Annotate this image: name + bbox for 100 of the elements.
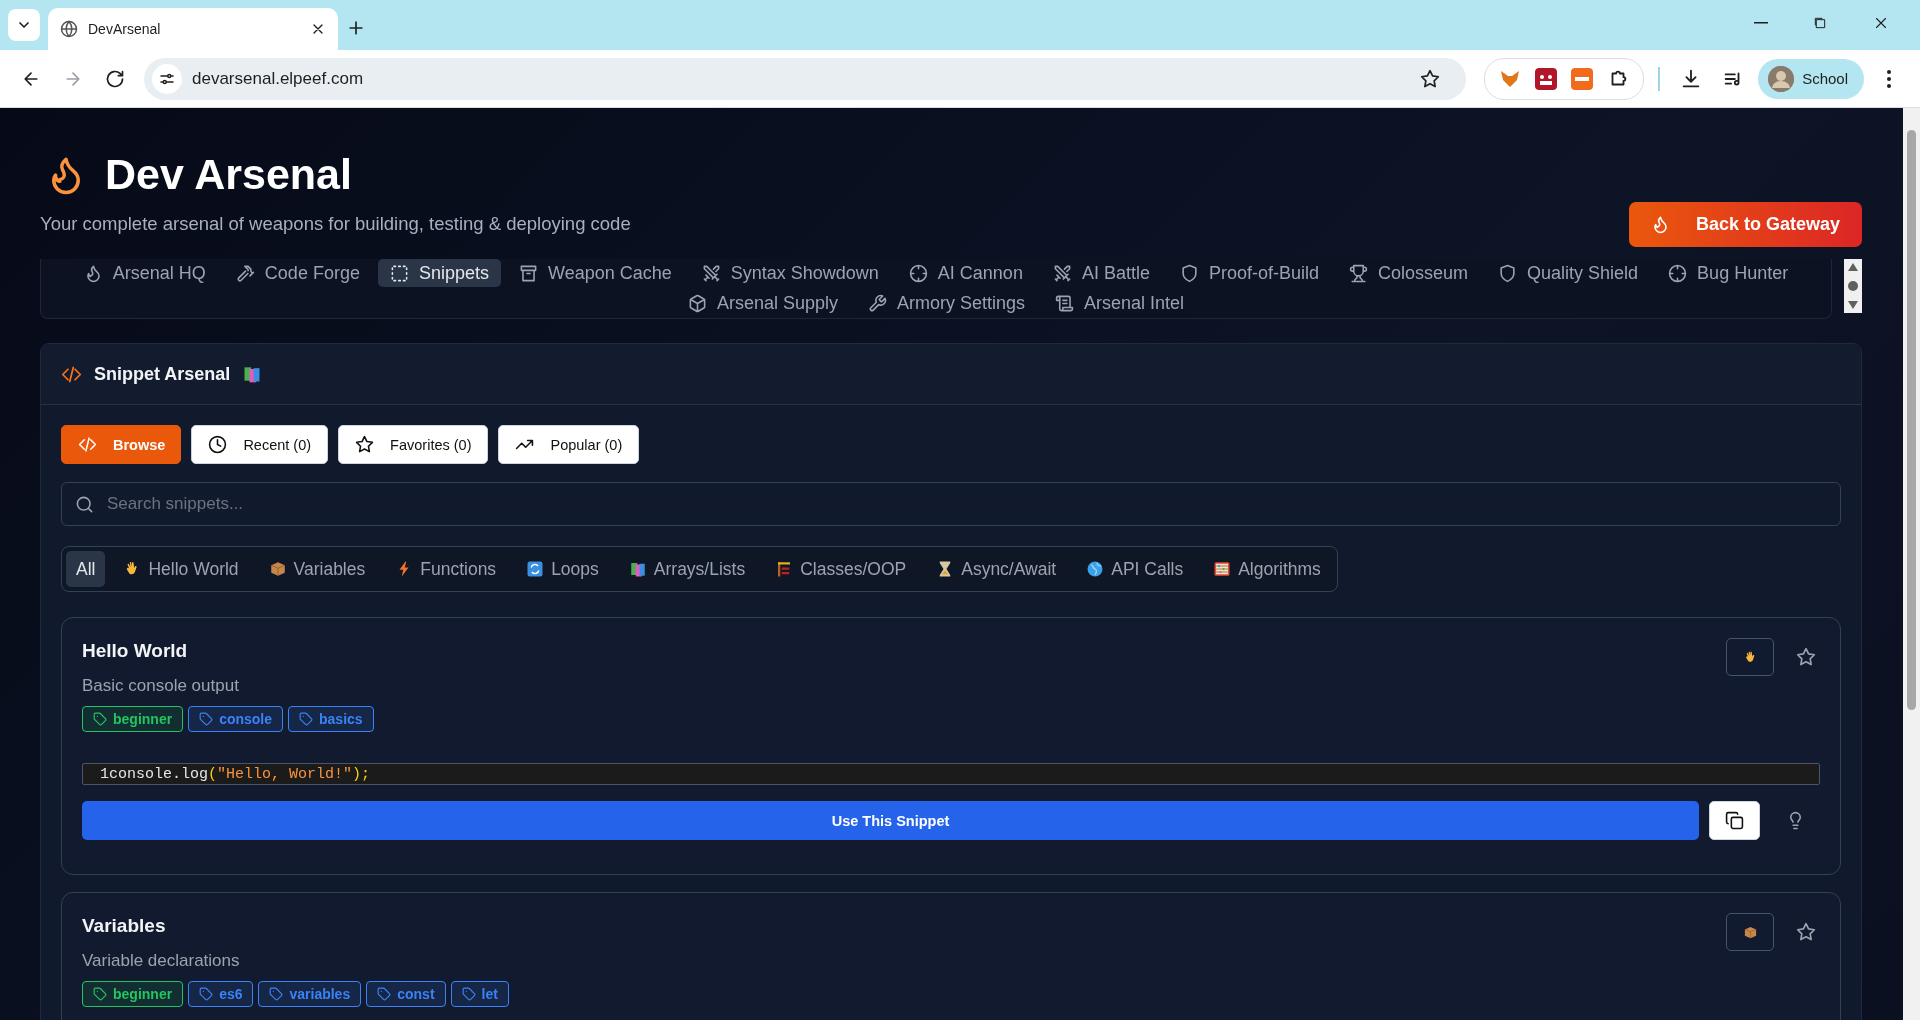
loop-arrows-icon <box>526 560 545 578</box>
nav-tab[interactable]: Quality Shield <box>1486 259 1651 287</box>
tag-icon <box>199 712 214 726</box>
avatar-icon <box>1768 65 1795 92</box>
crosshair-icon <box>1668 263 1688 283</box>
star-icon <box>1796 647 1816 667</box>
nav-tab[interactable]: Snippets <box>377 259 501 287</box>
tag-icon <box>199 987 214 1001</box>
category-filter[interactable]: Variables <box>256 551 378 587</box>
tag-icon <box>299 712 314 726</box>
nav-tab[interactable]: Bug Hunter <box>1656 259 1801 287</box>
view-button[interactable]: Favorites (0) <box>338 425 489 464</box>
scrollbar[interactable] <box>1844 259 1862 313</box>
tab-title: DevArsenal <box>88 21 162 37</box>
category-filter[interactable]: Algorithms <box>1201 551 1333 587</box>
reload-icon <box>105 68 125 89</box>
browser-tab[interactable]: DevArsenal <box>48 8 338 50</box>
copy-button[interactable] <box>1709 801 1760 840</box>
scroll-up-icon[interactable] <box>1847 262 1859 272</box>
scroll-icon <box>1055 293 1075 313</box>
snippet-title: Hello World <box>82 640 188 662</box>
tag-icon <box>269 987 284 1001</box>
scroll-thumb-icon[interactable] <box>1848 281 1858 291</box>
favorite-button[interactable] <box>1796 647 1816 667</box>
tab-search-button[interactable] <box>8 9 40 41</box>
books-icon <box>628 560 647 578</box>
use-snippet-button[interactable]: Use This Snippet <box>82 801 1699 840</box>
app-subtitle: Your complete arsenal of weapons for building, testing & deploying code <box>40 213 631 235</box>
category-filter[interactable]: Hello World <box>111 551 251 587</box>
archive-icon <box>519 263 538 283</box>
crossed-swords-icon <box>1052 263 1072 283</box>
nav-tab[interactable]: Proof-of-Build <box>1167 259 1331 287</box>
tag: const <box>366 981 446 1007</box>
globe-icon <box>60 20 78 38</box>
language-button[interactable] <box>1726 638 1774 676</box>
tag-icon <box>93 712 107 726</box>
scroll-down-icon[interactable] <box>1847 300 1859 310</box>
tag: console <box>188 706 284 732</box>
category-filter[interactable]: All <box>66 551 106 587</box>
nav-tab[interactable]: Colosseum <box>1337 259 1481 287</box>
nav-tab[interactable]: Arsenal Supply <box>675 289 850 317</box>
tag: variables <box>258 981 362 1007</box>
star-icon <box>355 435 375 454</box>
tag: let <box>450 981 509 1007</box>
address-bar[interactable]: devarsenal.elpeef.com <box>144 57 1467 100</box>
nav-tab[interactable]: Syntax Showdown <box>689 259 891 287</box>
tag: beginner <box>82 981 184 1007</box>
shield-icon <box>1179 263 1199 283</box>
snippet-description: Variable declarations <box>82 951 241 971</box>
search-field[interactable]: Search snippets... <box>61 482 1841 526</box>
view-button[interactable]: Browse <box>61 425 182 464</box>
cube-icon <box>687 293 707 313</box>
tag: beginner <box>82 706 184 732</box>
menu-icon <box>1887 69 1891 88</box>
crosshair-icon <box>908 263 928 283</box>
shield-icon <box>1498 263 1518 283</box>
page-scrollbar[interactable] <box>1903 108 1920 1020</box>
search-icon <box>75 495 94 514</box>
bookmark-star-icon <box>1420 68 1441 89</box>
nav-tab[interactable]: Armory Settings <box>856 289 1038 317</box>
snippet-title: Variables <box>82 915 166 937</box>
nav-tab[interactable]: AI Battle <box>1040 259 1162 287</box>
books-icon <box>242 364 263 384</box>
minimize-icon[interactable] <box>1754 22 1768 24</box>
view-button[interactable]: Popular (0) <box>498 425 640 464</box>
abacus-icon <box>1213 560 1232 578</box>
nav-tab[interactable]: Code Forge <box>223 259 372 287</box>
favorite-button[interactable] <box>1796 922 1816 942</box>
language-button[interactable] <box>1726 913 1774 951</box>
copy-icon <box>1725 811 1744 830</box>
category-filter[interactable]: Async/Await <box>924 551 1069 587</box>
panel-title: Snippet Arsenal <box>94 363 231 385</box>
app-title: Dev Arsenal <box>105 150 352 199</box>
nav-tab[interactable]: Weapon Cache <box>507 259 684 287</box>
tag-icon <box>461 987 476 1001</box>
nav-tab[interactable]: Arsenal HQ <box>71 259 218 287</box>
tag-icon <box>93 987 107 1001</box>
code-icon <box>78 435 97 454</box>
profile-button[interactable]: School <box>1758 58 1864 99</box>
back-to-gateway-button[interactable]: Back to Gateway <box>1628 202 1862 247</box>
category-filter[interactable]: Classes/OOP <box>763 551 919 587</box>
extension-icon[interactable] <box>1571 67 1594 90</box>
extension-icon[interactable] <box>1535 67 1558 90</box>
clock-icon <box>208 435 228 454</box>
snippet-description: Basic console output <box>82 676 240 696</box>
package-icon <box>268 560 287 578</box>
crossed-swords-icon <box>701 263 721 283</box>
globe-icon <box>1086 560 1105 578</box>
tag: basics <box>288 706 374 732</box>
category-filter[interactable]: Loops <box>514 551 611 587</box>
category-filter[interactable]: Arrays/Lists <box>616 551 758 587</box>
nav-tab[interactable]: Arsenal Intel <box>1043 289 1197 317</box>
category-filter[interactable]: Functions <box>383 551 509 587</box>
hammer-icon <box>235 263 255 283</box>
category-filter[interactable]: API Calls <box>1074 551 1196 587</box>
tag: es6 <box>188 981 254 1007</box>
view-button[interactable]: Recent (0) <box>191 425 329 464</box>
wrench-icon <box>868 293 887 313</box>
nav-tab[interactable]: AI Cannon <box>896 259 1035 287</box>
trophy-icon <box>1349 263 1368 283</box>
